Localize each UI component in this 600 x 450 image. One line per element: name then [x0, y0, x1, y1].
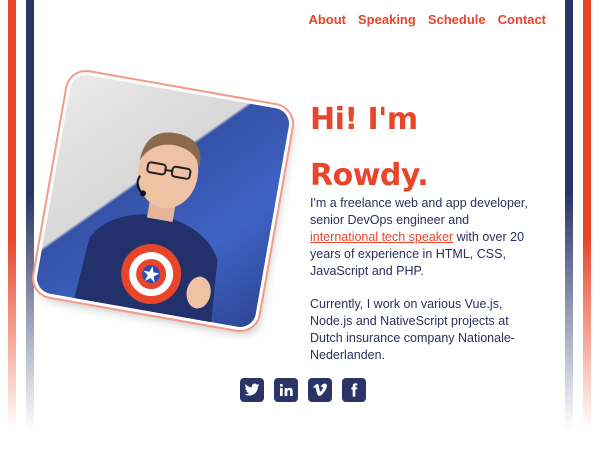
facebook-icon[interactable] — [342, 378, 366, 402]
bio-section: I'm a freelance web and app developer, s… — [310, 195, 530, 380]
decorative-stripe-left-red — [8, 0, 16, 430]
bio-paragraph-2: Currently, I work on various Vue.js, Nod… — [310, 297, 515, 362]
page-heading: Hi! I'm Rowdy. — [310, 92, 510, 204]
bio-text-before-link: I'm a freelance web and app developer, s… — [310, 196, 528, 227]
linkedin-icon[interactable] — [274, 378, 298, 402]
nav-link-speaking[interactable]: Speaking — [358, 12, 416, 27]
nav-link-contact[interactable]: Contact — [498, 12, 546, 27]
social-links — [240, 378, 366, 402]
heading-line-1: Hi! I'm — [310, 102, 418, 137]
nav-link-schedule[interactable]: Schedule — [428, 12, 486, 27]
main-nav: About Speaking Schedule Contact — [308, 12, 546, 27]
bio-paragraph-1: I'm a freelance web and app developer, s… — [310, 195, 530, 280]
tech-speaker-link[interactable]: international tech speaker — [310, 230, 453, 244]
decorative-stripe-right-navy — [565, 0, 573, 430]
twitter-icon[interactable] — [240, 378, 264, 402]
nav-link-about[interactable]: About — [308, 12, 346, 27]
decorative-stripe-left-navy — [26, 0, 34, 430]
vimeo-icon[interactable] — [308, 378, 332, 402]
decorative-stripe-right-red — [583, 0, 591, 430]
heading-line-2: Rowdy. — [310, 158, 429, 193]
profile-photo — [34, 72, 292, 330]
